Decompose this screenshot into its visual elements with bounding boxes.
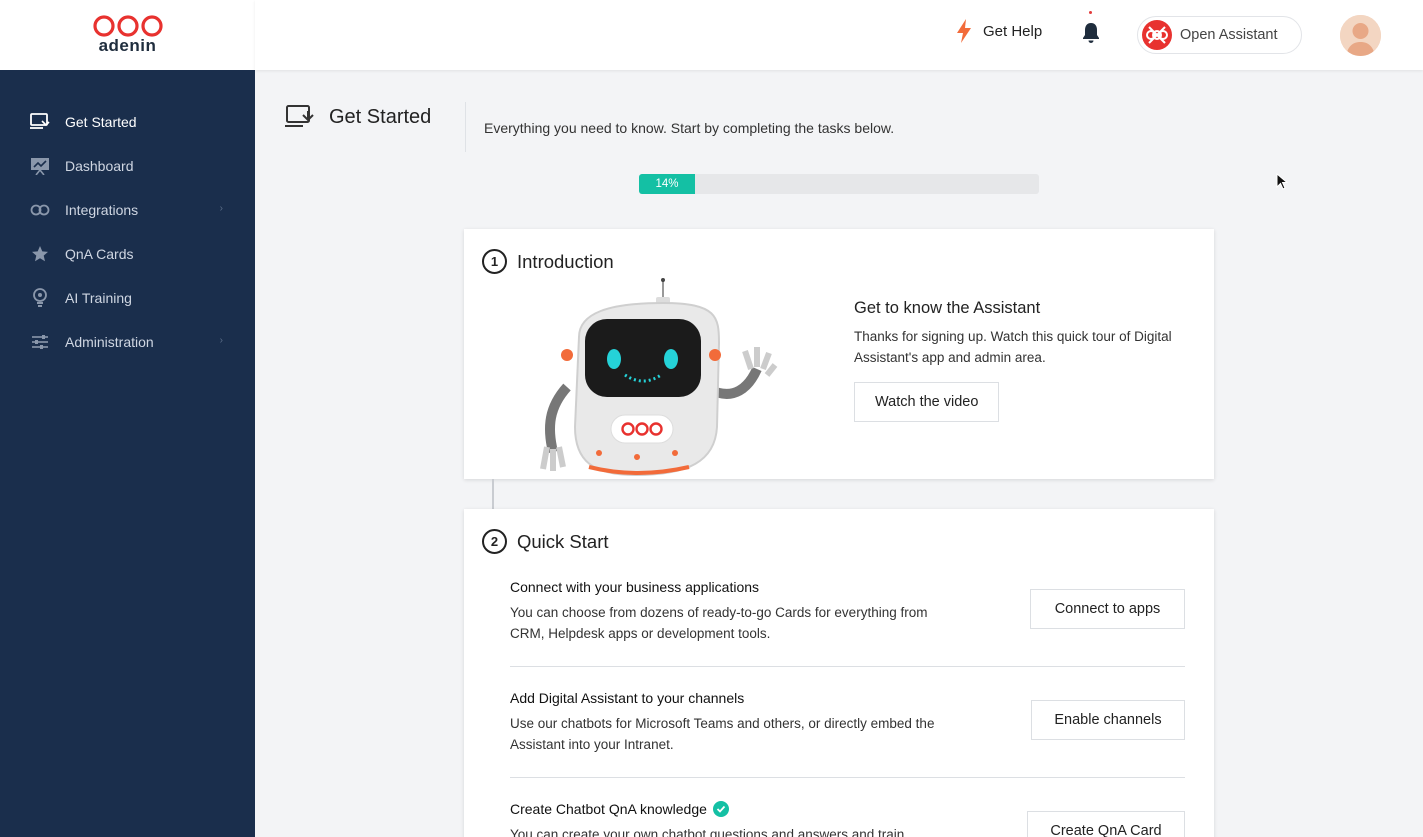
- adenin-logo-icon: [92, 15, 163, 37]
- task-body: Use our chatbots for Microsoft Teams and…: [510, 716, 935, 752]
- chevron-right-icon: ›: [219, 335, 223, 346]
- sliders-icon: [30, 332, 50, 352]
- step-title: Introduction: [517, 250, 614, 272]
- step-header: 2 Quick Start: [482, 529, 609, 554]
- task-connect-apps: Connect with your business applications …: [510, 579, 1185, 649]
- intro-content: Get to know the Assistant Thanks for sig…: [854, 299, 1184, 422]
- quick-start-card: 2 Quick Start Connect with your business…: [464, 509, 1214, 837]
- task-enable-channels: Add Digital Assistant to your channels U…: [510, 690, 1185, 760]
- monitor-icon: [30, 112, 50, 132]
- page-title: Get Started: [329, 105, 432, 128]
- sidebar-item-qna-cards[interactable]: QnA Cards: [0, 232, 255, 276]
- get-help-label: Get Help: [983, 22, 1043, 40]
- robot-mascot-illustration: [540, 278, 778, 477]
- header-divider: [465, 102, 466, 152]
- sidebar-item-label: Administration: [65, 334, 154, 350]
- sidebar-item-dashboard[interactable]: Dashboard: [0, 144, 255, 188]
- notifications-button[interactable]: [1081, 11, 1101, 49]
- chart-board-icon: [30, 156, 50, 176]
- sidebar-item-label: AI Training: [65, 290, 132, 306]
- divider: [510, 666, 1185, 667]
- get-started-icon: [285, 105, 314, 127]
- progress-fill: 14%: [639, 174, 695, 194]
- introduction-card: 1 Introduction Get to know the Assistant…: [464, 229, 1214, 479]
- create-qna-card-button[interactable]: Create QnA Card: [1027, 811, 1185, 837]
- check-circle-icon: [712, 801, 729, 817]
- divider: [510, 777, 1185, 778]
- assistant-logo-icon: [1142, 20, 1172, 50]
- infinity-icon: [30, 200, 50, 220]
- sidebar-item-administration[interactable]: Administration ›: [0, 320, 255, 364]
- task-body: You can choose from dozens of ready-to-g…: [510, 605, 928, 641]
- step-number: 2: [482, 529, 507, 554]
- sidebar-item-integrations[interactable]: Integrations ›: [0, 188, 255, 232]
- page-header: Get Started: [285, 103, 431, 131]
- sidebar-item-label: Integrations: [65, 202, 139, 218]
- step-connector: [492, 479, 494, 509]
- sidebar-item-ai-training[interactable]: AI Training: [0, 276, 255, 320]
- sidebar-item-get-started[interactable]: Get Started: [0, 100, 255, 144]
- lightbulb-icon: [30, 288, 50, 308]
- step-header: 1 Introduction: [482, 249, 614, 274]
- chevron-right-icon: ›: [219, 203, 223, 214]
- user-avatar-icon: [1340, 15, 1381, 56]
- page-subtitle: Everything you need to know. Start by co…: [484, 120, 895, 136]
- sidebar: Get Started Dashboard Integrations › QnA…: [0, 70, 255, 837]
- watch-video-button[interactable]: Watch the video: [854, 382, 1000, 422]
- logo-text: adenin: [98, 36, 157, 55]
- task-title-text: Connect with your business applications: [510, 579, 760, 595]
- user-avatar[interactable]: [1340, 15, 1381, 56]
- brand-logo[interactable]: adenin: [0, 0, 255, 70]
- bell-icon: [1083, 23, 1099, 43]
- sidebar-item-label: Dashboard: [65, 158, 134, 174]
- sidebar-item-label: Get Started: [65, 114, 137, 130]
- task-title-text: Create Chatbot QnA knowledge: [510, 801, 707, 817]
- connect-to-apps-button[interactable]: Connect to apps: [1030, 589, 1185, 629]
- step-title: Quick Start: [517, 530, 609, 552]
- top-header: Get Help Open Assistant: [255, 0, 1423, 70]
- intro-heading: Get to know the Assistant: [854, 299, 1041, 317]
- notification-dot: [1089, 11, 1092, 14]
- step-number: 1: [482, 249, 507, 274]
- enable-channels-button[interactable]: Enable channels: [1031, 700, 1185, 740]
- star-icon: [30, 244, 50, 264]
- open-assistant-button[interactable]: Open Assistant: [1137, 16, 1302, 54]
- mouse-cursor-icon: [1276, 173, 1288, 190]
- intro-body: Thanks for signing up. Watch this quick …: [854, 329, 1172, 365]
- task-body: You can create your own chatbot question…: [510, 827, 905, 837]
- task-create-qna: Create Chatbot QnA knowledge You can cre…: [510, 801, 1185, 837]
- sidebar-item-label: QnA Cards: [65, 246, 134, 262]
- get-help-link[interactable]: Get Help: [955, 19, 1042, 43]
- task-title-text: Add Digital Assistant to your channels: [510, 690, 745, 706]
- open-assistant-label: Open Assistant: [1180, 27, 1278, 43]
- onboarding-progress-bar: 14%: [639, 174, 1039, 194]
- lightning-icon: [957, 19, 971, 43]
